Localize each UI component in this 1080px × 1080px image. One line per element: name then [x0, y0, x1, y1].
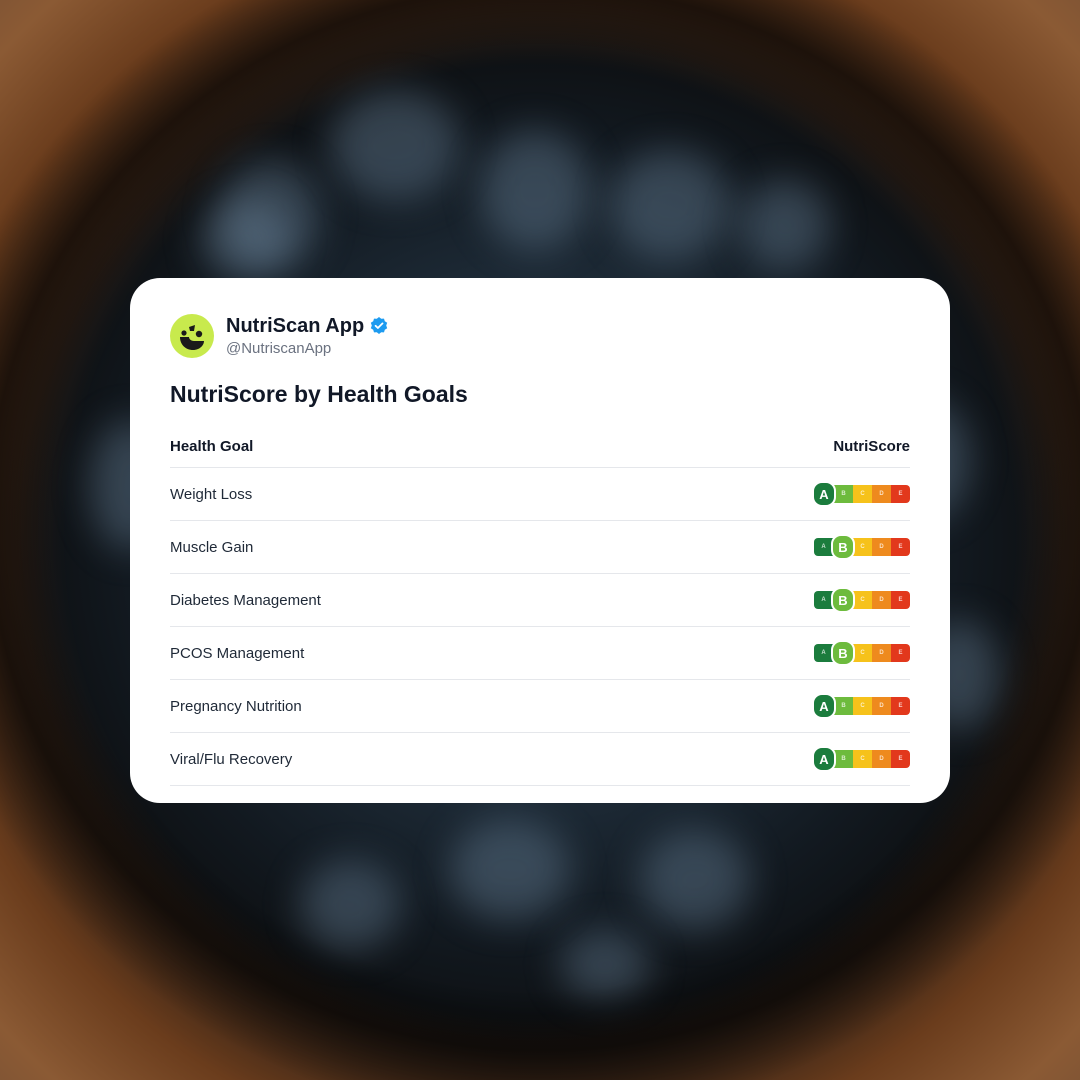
- nutriscore-scale: ABCDE: [814, 587, 910, 613]
- nutriscore-grade-d: D: [872, 750, 891, 768]
- table-row: Muscle Gain A B C D E: [170, 521, 910, 574]
- nutriscore-grade-e: E: [891, 485, 910, 503]
- table-row: PCOS Management A B C D E: [170, 627, 910, 680]
- column-header-nutriscore: NutriScore: [833, 438, 910, 455]
- nutriscore-scale: ABCDE: [814, 640, 910, 666]
- nutriscore-scale: ABCDE: [814, 534, 910, 560]
- nutriscore-grade-d: D: [872, 697, 891, 715]
- table-row: Pregnancy Nutrition A B C D E: [170, 680, 910, 733]
- table-row: Diabetes Management A B C D E: [170, 574, 910, 627]
- nutriscore-grade-b: B: [831, 587, 855, 613]
- health-goal-label: Diabetes Management: [170, 591, 321, 609]
- account-name[interactable]: NutriScan App: [226, 314, 364, 338]
- nutriscore-grade-d: D: [872, 591, 891, 609]
- post-card: NutriScan App @NutriscanApp NutriScore b…: [130, 278, 950, 803]
- nutriscan-logo-icon[interactable]: [170, 314, 214, 358]
- nutriscore-grade-a: A: [812, 481, 836, 507]
- nutriscore-grade-c: C: [853, 644, 872, 662]
- table-row: Weight Loss A B C D E: [170, 468, 910, 521]
- health-goal-label: Weight Loss: [170, 485, 253, 503]
- nutriscore-scale: ABCDE: [812, 746, 910, 772]
- nutriscore-grade-d: D: [872, 485, 891, 503]
- nutriscore-grade-e: E: [891, 644, 910, 662]
- nutriscore-grade-e: E: [891, 591, 910, 609]
- nutriscore-grade-e: E: [891, 697, 910, 715]
- health-goal-label: PCOS Management: [170, 644, 305, 662]
- table-header: Health Goal NutriScore: [170, 430, 910, 468]
- health-goal-label: Muscle Gain: [170, 538, 254, 556]
- post-header: NutriScan App @NutriscanApp: [170, 314, 910, 358]
- nutriscore-scale: ABCDE: [812, 693, 910, 719]
- nutriscore-grade-e: E: [891, 538, 910, 556]
- health-goal-label: Viral/Flu Recovery: [170, 750, 293, 768]
- nutriscore-grade-b: B: [834, 485, 853, 503]
- health-goal-label: Pregnancy Nutrition: [170, 697, 302, 715]
- nutriscore-grade-b: B: [831, 534, 855, 560]
- account-handle[interactable]: @NutriscanApp: [226, 339, 389, 359]
- nutriscore-grade-a: A: [812, 746, 836, 772]
- table-body: Weight Loss A B C D E Muscle Gain A B C D E Diabetes…: [170, 468, 910, 786]
- nutriscore-grade-a: A: [812, 693, 836, 719]
- nutriscore-grade-c: C: [853, 538, 872, 556]
- nutriscore-grade-c: C: [853, 591, 872, 609]
- table-row: Viral/Flu Recovery A B C D E: [170, 733, 910, 786]
- account-names: NutriScan App @NutriscanApp: [226, 314, 389, 359]
- nutriscore-grade-d: D: [872, 644, 891, 662]
- nutriscore-grade-c: C: [853, 485, 872, 503]
- post-title: NutriScore by Health Goals: [170, 381, 468, 407]
- column-header-health-goal: Health Goal: [170, 438, 254, 455]
- nutriscore-grade-c: C: [853, 750, 872, 768]
- verified-badge-icon: [369, 316, 389, 336]
- nutriscore-grade-e: E: [891, 750, 910, 768]
- nutriscore-grade-c: C: [853, 697, 872, 715]
- nutriscore-grade-b: B: [834, 697, 853, 715]
- nutriscore-table: Health Goal NutriScore Weight Loss A B C D E M…: [170, 430, 910, 786]
- nutriscore-grade-d: D: [872, 538, 891, 556]
- nutriscore-grade-b: B: [831, 640, 855, 666]
- nutriscore-scale: ABCDE: [812, 481, 910, 507]
- nutriscore-grade-b: B: [834, 750, 853, 768]
